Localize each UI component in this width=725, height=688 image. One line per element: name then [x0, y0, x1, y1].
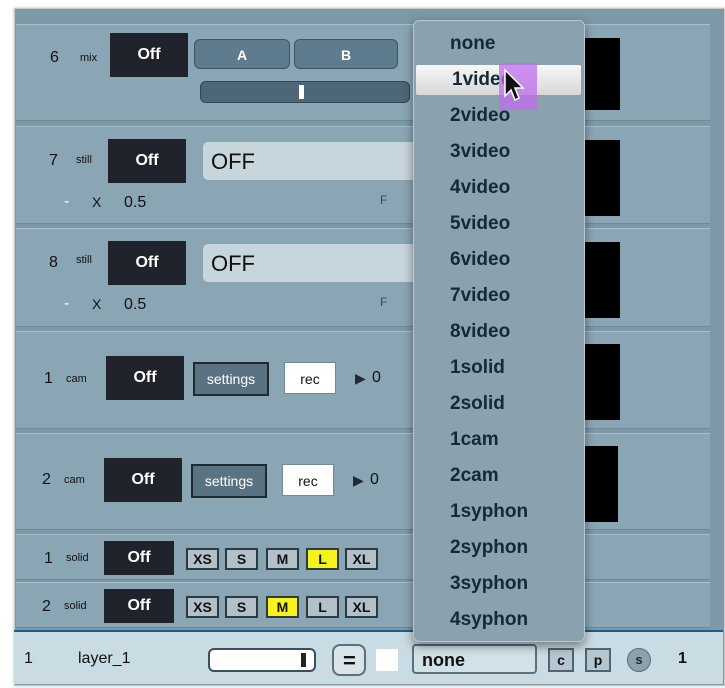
color-swatch[interactable] [376, 649, 398, 671]
channel-a-button[interactable]: A [194, 39, 290, 69]
still-source-field[interactable]: OFF [202, 141, 432, 181]
play-arrow-icon[interactable]: ▶ [355, 370, 366, 387]
menu-item-3syphon[interactable]: 3syphon [414, 569, 584, 599]
row-number: 8 [49, 254, 58, 271]
row-solid-1: 1 solid Off XS S M L XL [16, 534, 710, 580]
menu-item-2syphon[interactable]: 2syphon [414, 533, 584, 563]
blend-mode-label: = [343, 648, 356, 673]
layer-number: 1 [24, 650, 33, 667]
row-solid-2: 2 solid Off XS S M L XL [16, 582, 710, 628]
rec-count: 0 [370, 471, 379, 488]
menu-item-7video[interactable]: 7video [414, 281, 584, 311]
row-number: 1 [44, 550, 53, 567]
menu-item-none[interactable]: none [414, 29, 584, 59]
size-l-button[interactable]: L [306, 548, 339, 570]
size-xl-button[interactable]: XL [345, 596, 378, 618]
menu-item-2solid[interactable]: 2solid [414, 389, 584, 419]
s-button-label: s [635, 652, 643, 667]
row-type: still [76, 154, 92, 166]
menu-item-8video[interactable]: 8video [414, 317, 584, 347]
layer-count: 1 [678, 650, 687, 667]
s-button[interactable]: s [627, 648, 651, 672]
p-button[interactable]: p [585, 648, 611, 672]
size-l-button[interactable]: L [306, 596, 339, 618]
row-type: mix [80, 52, 98, 64]
row-number: 7 [49, 152, 58, 169]
play-arrow-icon[interactable]: ▶ [353, 472, 364, 489]
settings-button[interactable]: settings [193, 362, 269, 396]
off-button[interactable]: Off [104, 589, 174, 623]
channel-b-button[interactable]: B [294, 39, 398, 69]
size-xs-button[interactable]: XS [186, 596, 219, 618]
size-s-button[interactable]: S [225, 548, 258, 570]
menu-item-1cam[interactable]: 1cam [414, 425, 584, 455]
scale-value[interactable]: 0.5 [124, 194, 146, 212]
minus-label[interactable]: - [64, 193, 69, 211]
off-button[interactable]: Off [110, 33, 188, 77]
row-type: solid [64, 600, 87, 612]
x-label: X [92, 194, 102, 210]
menu-item-3video[interactable]: 3video [414, 137, 584, 167]
size-xs-button[interactable]: XS [186, 548, 219, 570]
x-label: X [92, 296, 102, 312]
off-button[interactable]: Off [108, 139, 186, 183]
menu-item-4video[interactable]: 4video [414, 173, 584, 203]
row-number: 2 [42, 598, 51, 615]
size-s-button[interactable]: S [225, 596, 258, 618]
row-type: solid [66, 552, 89, 564]
source-menu[interactable]: none [412, 644, 537, 674]
size-m-button[interactable]: M [266, 548, 299, 570]
source-menu-label: none [422, 650, 465, 670]
f-label: F [380, 193, 388, 207]
row-number: 1 [44, 370, 53, 387]
menu-item-2cam[interactable]: 2cam [414, 461, 584, 491]
rec-button[interactable]: rec [284, 362, 336, 394]
row-type: still [76, 254, 92, 266]
layer-footer: 1 layer_1 = none c p s 1 [14, 630, 723, 684]
menu-item-1syphon[interactable]: 1syphon [414, 497, 584, 527]
row-type: cam [64, 474, 85, 486]
menu-item-4syphon[interactable]: 4syphon [414, 605, 584, 635]
size-xl-button[interactable]: XL [345, 548, 378, 570]
minus-label[interactable]: - [64, 295, 69, 313]
still-source-field[interactable]: OFF [202, 243, 432, 283]
c-button[interactable]: c [548, 648, 574, 672]
source-dropdown-menu: none 1video 2video 3video 4video 5video … [413, 20, 585, 642]
f-label: F [380, 295, 388, 309]
mouse-pointer-icon [504, 68, 525, 102]
scale-value[interactable]: 0.5 [124, 296, 146, 314]
row-number: 6 [50, 49, 59, 66]
rec-count: 0 [372, 369, 381, 386]
row-number: 2 [42, 471, 51, 488]
off-button[interactable]: Off [106, 356, 184, 400]
menu-item-1solid[interactable]: 1solid [414, 353, 584, 383]
off-button[interactable]: Off [104, 458, 182, 502]
off-button[interactable]: Off [108, 241, 186, 285]
blend-mode-button[interactable]: = [332, 644, 366, 676]
size-m-button[interactable]: M [266, 596, 299, 618]
layer-name[interactable]: layer_1 [78, 650, 130, 668]
row-type: cam [66, 373, 87, 385]
settings-button[interactable]: settings [191, 464, 267, 498]
crossfade-slider[interactable] [200, 81, 410, 103]
opacity-slider[interactable] [208, 648, 316, 672]
menu-item-5video[interactable]: 5video [414, 209, 584, 239]
off-button[interactable]: Off [104, 541, 174, 575]
menu-item-6video[interactable]: 6video [414, 245, 584, 275]
crossfade-thumb[interactable] [299, 85, 304, 99]
rec-button[interactable]: rec [282, 464, 334, 496]
opacity-thumb[interactable] [301, 653, 306, 667]
